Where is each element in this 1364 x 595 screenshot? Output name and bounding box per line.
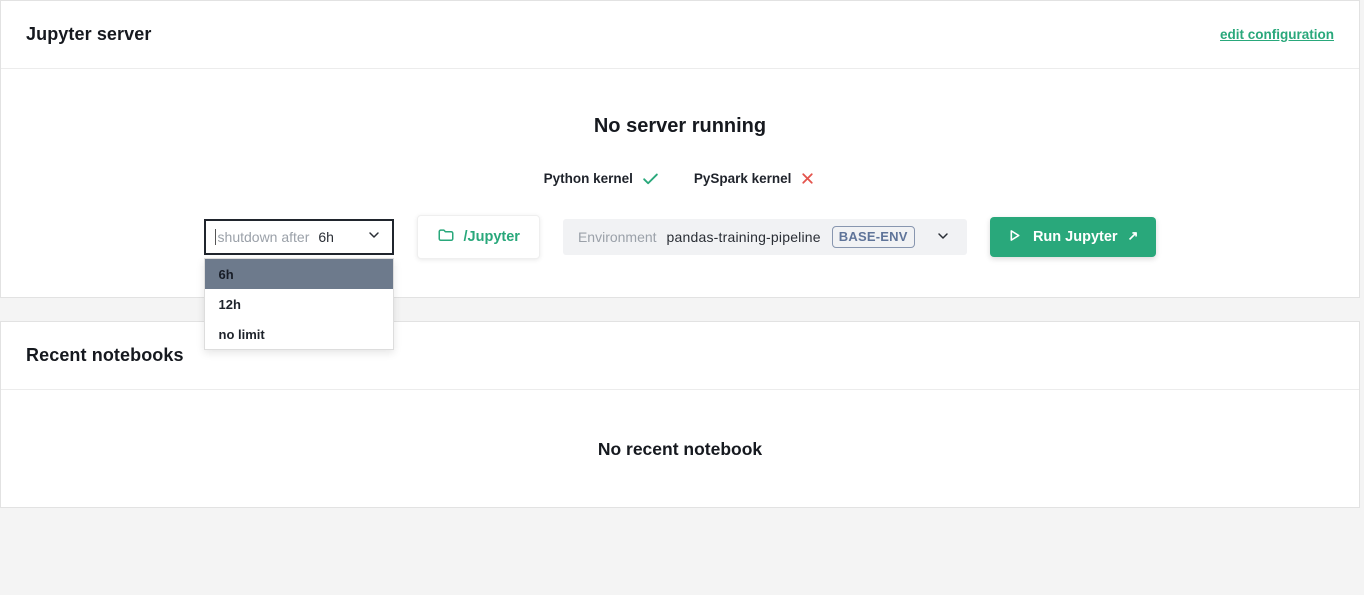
shutdown-after-select[interactable]: shutdown after 6h 6h 12h no limit xyxy=(204,219,394,255)
kernel-status-row: Python kernel PySpark kernel xyxy=(1,169,1359,188)
environment-badge: BASE-ENV xyxy=(832,226,915,248)
pyspark-kernel-status: PySpark kernel xyxy=(694,170,817,187)
external-arrow-icon: ↗ xyxy=(1128,228,1139,244)
server-card-title: Jupyter server xyxy=(26,24,151,45)
server-status-heading: No server running xyxy=(1,115,1359,138)
dropdown-option-no-limit[interactable]: no limit xyxy=(205,319,393,349)
python-kernel-status: Python kernel xyxy=(544,169,660,188)
server-card-body: No server running Python kernel PySpark … xyxy=(1,69,1359,259)
chevron-down-icon xyxy=(935,228,951,247)
jupyter-path-button[interactable]: /Jupyter xyxy=(417,215,540,259)
folder-icon xyxy=(437,226,455,248)
notebooks-card-body: No recent notebook xyxy=(1,390,1359,508)
run-jupyter-button[interactable]: Run Jupyter ↗ xyxy=(990,217,1157,257)
environment-label: Environment xyxy=(578,229,657,245)
shutdown-select-value: 6h xyxy=(318,229,334,245)
shutdown-select-placeholder: shutdown after xyxy=(218,229,310,245)
notebooks-card-title: Recent notebooks xyxy=(26,345,184,366)
run-jupyter-label: Run Jupyter xyxy=(1033,229,1118,245)
no-recent-notebook-message: No recent notebook xyxy=(598,439,762,460)
text-cursor xyxy=(215,229,216,245)
dropdown-option-6h[interactable]: 6h xyxy=(205,259,393,289)
server-controls-row: shutdown after 6h 6h 12h no limit /Jupyt… xyxy=(1,215,1359,259)
x-icon xyxy=(799,170,816,187)
pyspark-kernel-label: PySpark kernel xyxy=(694,171,792,186)
environment-select[interactable]: Environment pandas-training-pipeline BAS… xyxy=(563,219,967,255)
chevron-down-icon xyxy=(366,227,382,248)
dropdown-option-12h[interactable]: 12h xyxy=(205,289,393,319)
edit-configuration-link[interactable]: edit configuration xyxy=(1220,27,1334,42)
jupyter-path-label: /Jupyter xyxy=(464,229,520,245)
python-kernel-label: Python kernel xyxy=(544,171,633,186)
shutdown-options-dropdown: 6h 12h no limit xyxy=(204,258,394,350)
play-icon xyxy=(1006,227,1023,248)
server-card-header: Jupyter server edit configuration xyxy=(1,1,1359,69)
environment-value: pandas-training-pipeline xyxy=(667,229,821,245)
check-icon xyxy=(641,169,660,188)
jupyter-server-card: Jupyter server edit configuration No ser… xyxy=(0,0,1360,298)
